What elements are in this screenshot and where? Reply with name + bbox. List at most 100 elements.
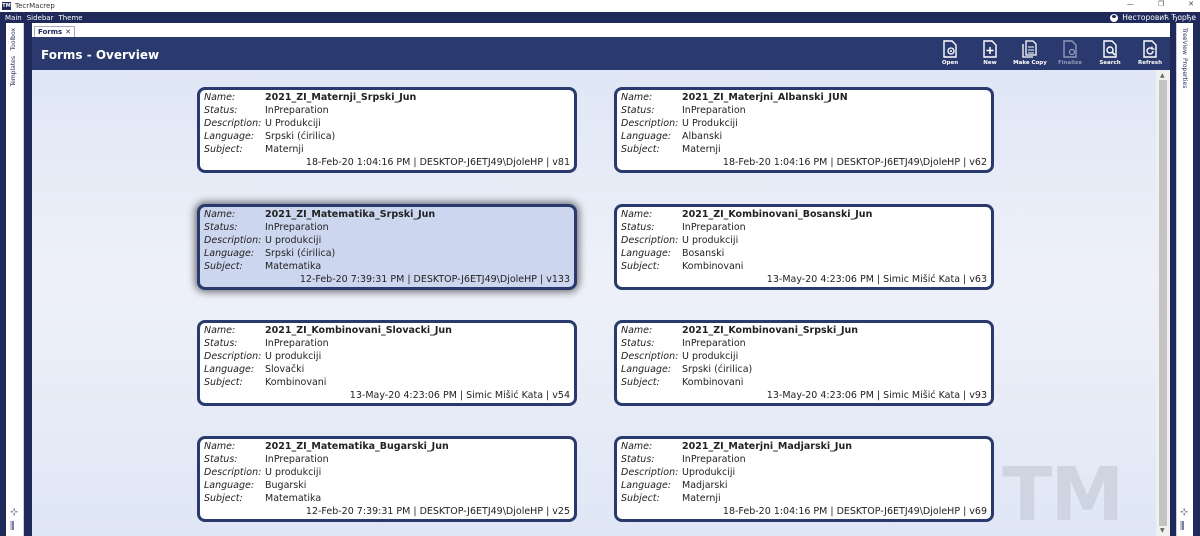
columns-right-icon[interactable]: ⫼ (1180, 522, 1185, 532)
form-description: U produkciji (682, 351, 739, 362)
open-button[interactable]: Open (930, 37, 970, 70)
form-subject: Maternji (682, 144, 721, 155)
form-card-selected[interactable]: Name: 2021_ZI_Matematika_Srpski_Jun Statu… (197, 204, 577, 290)
new-icon (983, 40, 997, 58)
card-row-name: Name: 2021_ZI_Materjni_Albanski_JUN (621, 92, 848, 105)
card-row-description: Description: U produkciji (621, 351, 738, 364)
restore-icon[interactable]: ❐ (1158, 0, 1164, 8)
user-info[interactable]: Несторовић Ђорђе (1110, 12, 1196, 23)
language-label: Language: (621, 480, 672, 491)
description-label: Description: (204, 118, 262, 129)
subject-label: Subject: (204, 261, 243, 272)
card-row-language: Language: Srpski (ćirilica) (204, 131, 335, 144)
form-name: 2021_ZI_Kombinovani_Slovacki_Jun (265, 325, 452, 336)
columns-icon[interactable]: ⫼ (10, 522, 15, 532)
scroll-up-icon[interactable]: ▲ (1160, 72, 1165, 79)
subject-label: Subject: (204, 377, 243, 388)
form-footer: 18-Feb-20 1:04:16 PM | DESKTOP-J6ETJ49\D… (305, 157, 570, 168)
form-card[interactable]: Name: 2021_ZI_Materjni_Albanski_JUN Statu… (614, 87, 994, 173)
card-row-status: Status: InPreparation (204, 338, 329, 351)
language-label: Language: (204, 131, 255, 142)
form-language: Bugarski (265, 480, 307, 491)
refresh-icon (1143, 40, 1157, 58)
refresh-button[interactable]: Refresh (1130, 37, 1170, 70)
search-button[interactable]: Search (1090, 37, 1130, 70)
form-subject: Kombinovani (265, 377, 327, 388)
form-name: 2021_ZI_Maternji_Srpski_Jun (265, 92, 417, 103)
card-row-subject: Subject: Maternji (621, 144, 721, 157)
pin-icon[interactable]: ⊹ (10, 508, 18, 518)
form-card[interactable]: Name: 2021_ZI_Kombinovani_Slovacki_Jun St… (197, 320, 577, 406)
status-label: Status: (204, 338, 238, 349)
tab-close-icon[interactable]: ✕ (65, 28, 71, 36)
form-status: InPreparation (682, 222, 746, 233)
form-language: Albanski (682, 131, 723, 142)
right-edge-bar (1193, 23, 1200, 536)
minimize-icon[interactable]: — (1127, 0, 1134, 8)
form-name: 2021_ZI_Kombinovani_Bosanski_Jun (682, 209, 873, 220)
new-button[interactable]: New (970, 37, 1010, 70)
description-label: Description: (204, 467, 262, 478)
card-row-language: Language: Bugarski (204, 480, 306, 493)
description-label: Description: (204, 351, 262, 362)
card-row-status: Status: InPreparation (621, 338, 746, 351)
tab-toolbox[interactable]: Toolbox (10, 28, 17, 51)
tab-properties[interactable]: Properties (1181, 58, 1188, 88)
form-status: InPreparation (682, 454, 746, 465)
card-row-name: Name: 2021_ZI_Materjni_Madjarski_Jun (621, 441, 852, 454)
card-row-status: Status: InPreparation (204, 454, 329, 467)
name-label: Name: (621, 325, 653, 336)
form-description: U Produkciji (265, 118, 321, 129)
form-status: InPreparation (682, 105, 746, 116)
tab-treeview[interactable]: TreeView (1181, 28, 1188, 55)
close-window-icon[interactable]: ✕ (1188, 0, 1194, 8)
form-language: Srpski (ćirilica) (265, 248, 336, 259)
scroll-down-icon[interactable]: ▼ (1160, 527, 1165, 534)
form-footer: 12-Feb-20 7:39:31 PM | DESKTOP-J6ETJ49\D… (305, 506, 570, 517)
form-card[interactable]: Name: 2021_ZI_Kombinovani_Srpski_Jun Stat… (614, 320, 994, 406)
menu-theme[interactable]: Theme (58, 14, 82, 22)
form-footer: 13-May-20 4:23:06 PM | Simic Mišić Kata … (766, 274, 987, 285)
pin-right-icon[interactable]: ⊹ (1180, 508, 1188, 518)
form-card[interactable]: Name: 2021_ZI_Materjni_Madjarski_Jun Stat… (614, 436, 994, 522)
name-label: Name: (621, 441, 653, 452)
card-row-status: Status: InPreparation (204, 105, 329, 118)
menu-main[interactable]: Main (5, 14, 22, 22)
name-label: Name: (621, 209, 653, 220)
form-footer: 18-Feb-20 1:04:16 PM | DESKTOP-J6ETJ49\D… (722, 157, 987, 168)
left-tab-strip (7, 23, 24, 536)
card-row-name: Name: 2021_ZI_Kombinovani_Srpski_Jun (621, 325, 858, 338)
card-row-language: Language: Srpski (ćirilica) (204, 248, 335, 261)
card-row-description: Description: U Produkciji (204, 118, 321, 131)
form-language: Slovački (265, 364, 305, 375)
card-row-description: Description: U produkciji (621, 235, 738, 248)
form-name: 2021_ZI_Kombinovani_Srpski_Jun (682, 325, 859, 336)
make-copy-button[interactable]: Make Copy (1010, 37, 1050, 70)
left-panel-bar (24, 23, 32, 536)
tab-templates[interactable]: Templates (10, 56, 17, 87)
status-label: Status: (204, 222, 238, 233)
window-controls: — ❐ ✕ (1127, 0, 1194, 8)
card-row-name: Name: 2021_ZI_Matematika_Srpski_Jun (204, 209, 435, 222)
menu-sidebar[interactable]: Sidebar (27, 14, 54, 22)
card-row-language: Language: Albanski (621, 131, 722, 144)
name-label: Name: (621, 92, 653, 103)
name-label: Name: (204, 92, 236, 103)
toolbar: Open New Make Copy Finalize Search Refre… (930, 37, 1170, 70)
form-name: 2021_ZI_Materjni_Madjarski_Jun (682, 441, 852, 452)
finalize-icon (1063, 40, 1077, 58)
document-tab-row: Forms ✕ (32, 23, 1170, 37)
scroll-thumb[interactable] (1159, 80, 1167, 526)
form-card[interactable]: Name: 2021_ZI_Kombinovani_Bosanski_Jun St… (614, 204, 994, 290)
tab-forms[interactable]: Forms ✕ (34, 26, 76, 37)
finalize-button[interactable]: Finalize (1050, 37, 1090, 70)
finalize-label: Finalize (1058, 60, 1082, 66)
form-card[interactable]: Name: 2021_ZI_Maternji_Srpski_Jun Status:… (197, 87, 577, 173)
form-status: InPreparation (265, 338, 329, 349)
subject-label: Subject: (621, 144, 660, 155)
form-description: Uprodukciji (682, 467, 736, 478)
status-label: Status: (621, 338, 655, 349)
form-card[interactable]: Name: 2021_ZI_Matematika_Bugarski_Jun Sta… (197, 436, 577, 522)
form-status: InPreparation (265, 105, 329, 116)
vertical-scrollbar[interactable]: ▲ ▼ (1156, 70, 1170, 536)
